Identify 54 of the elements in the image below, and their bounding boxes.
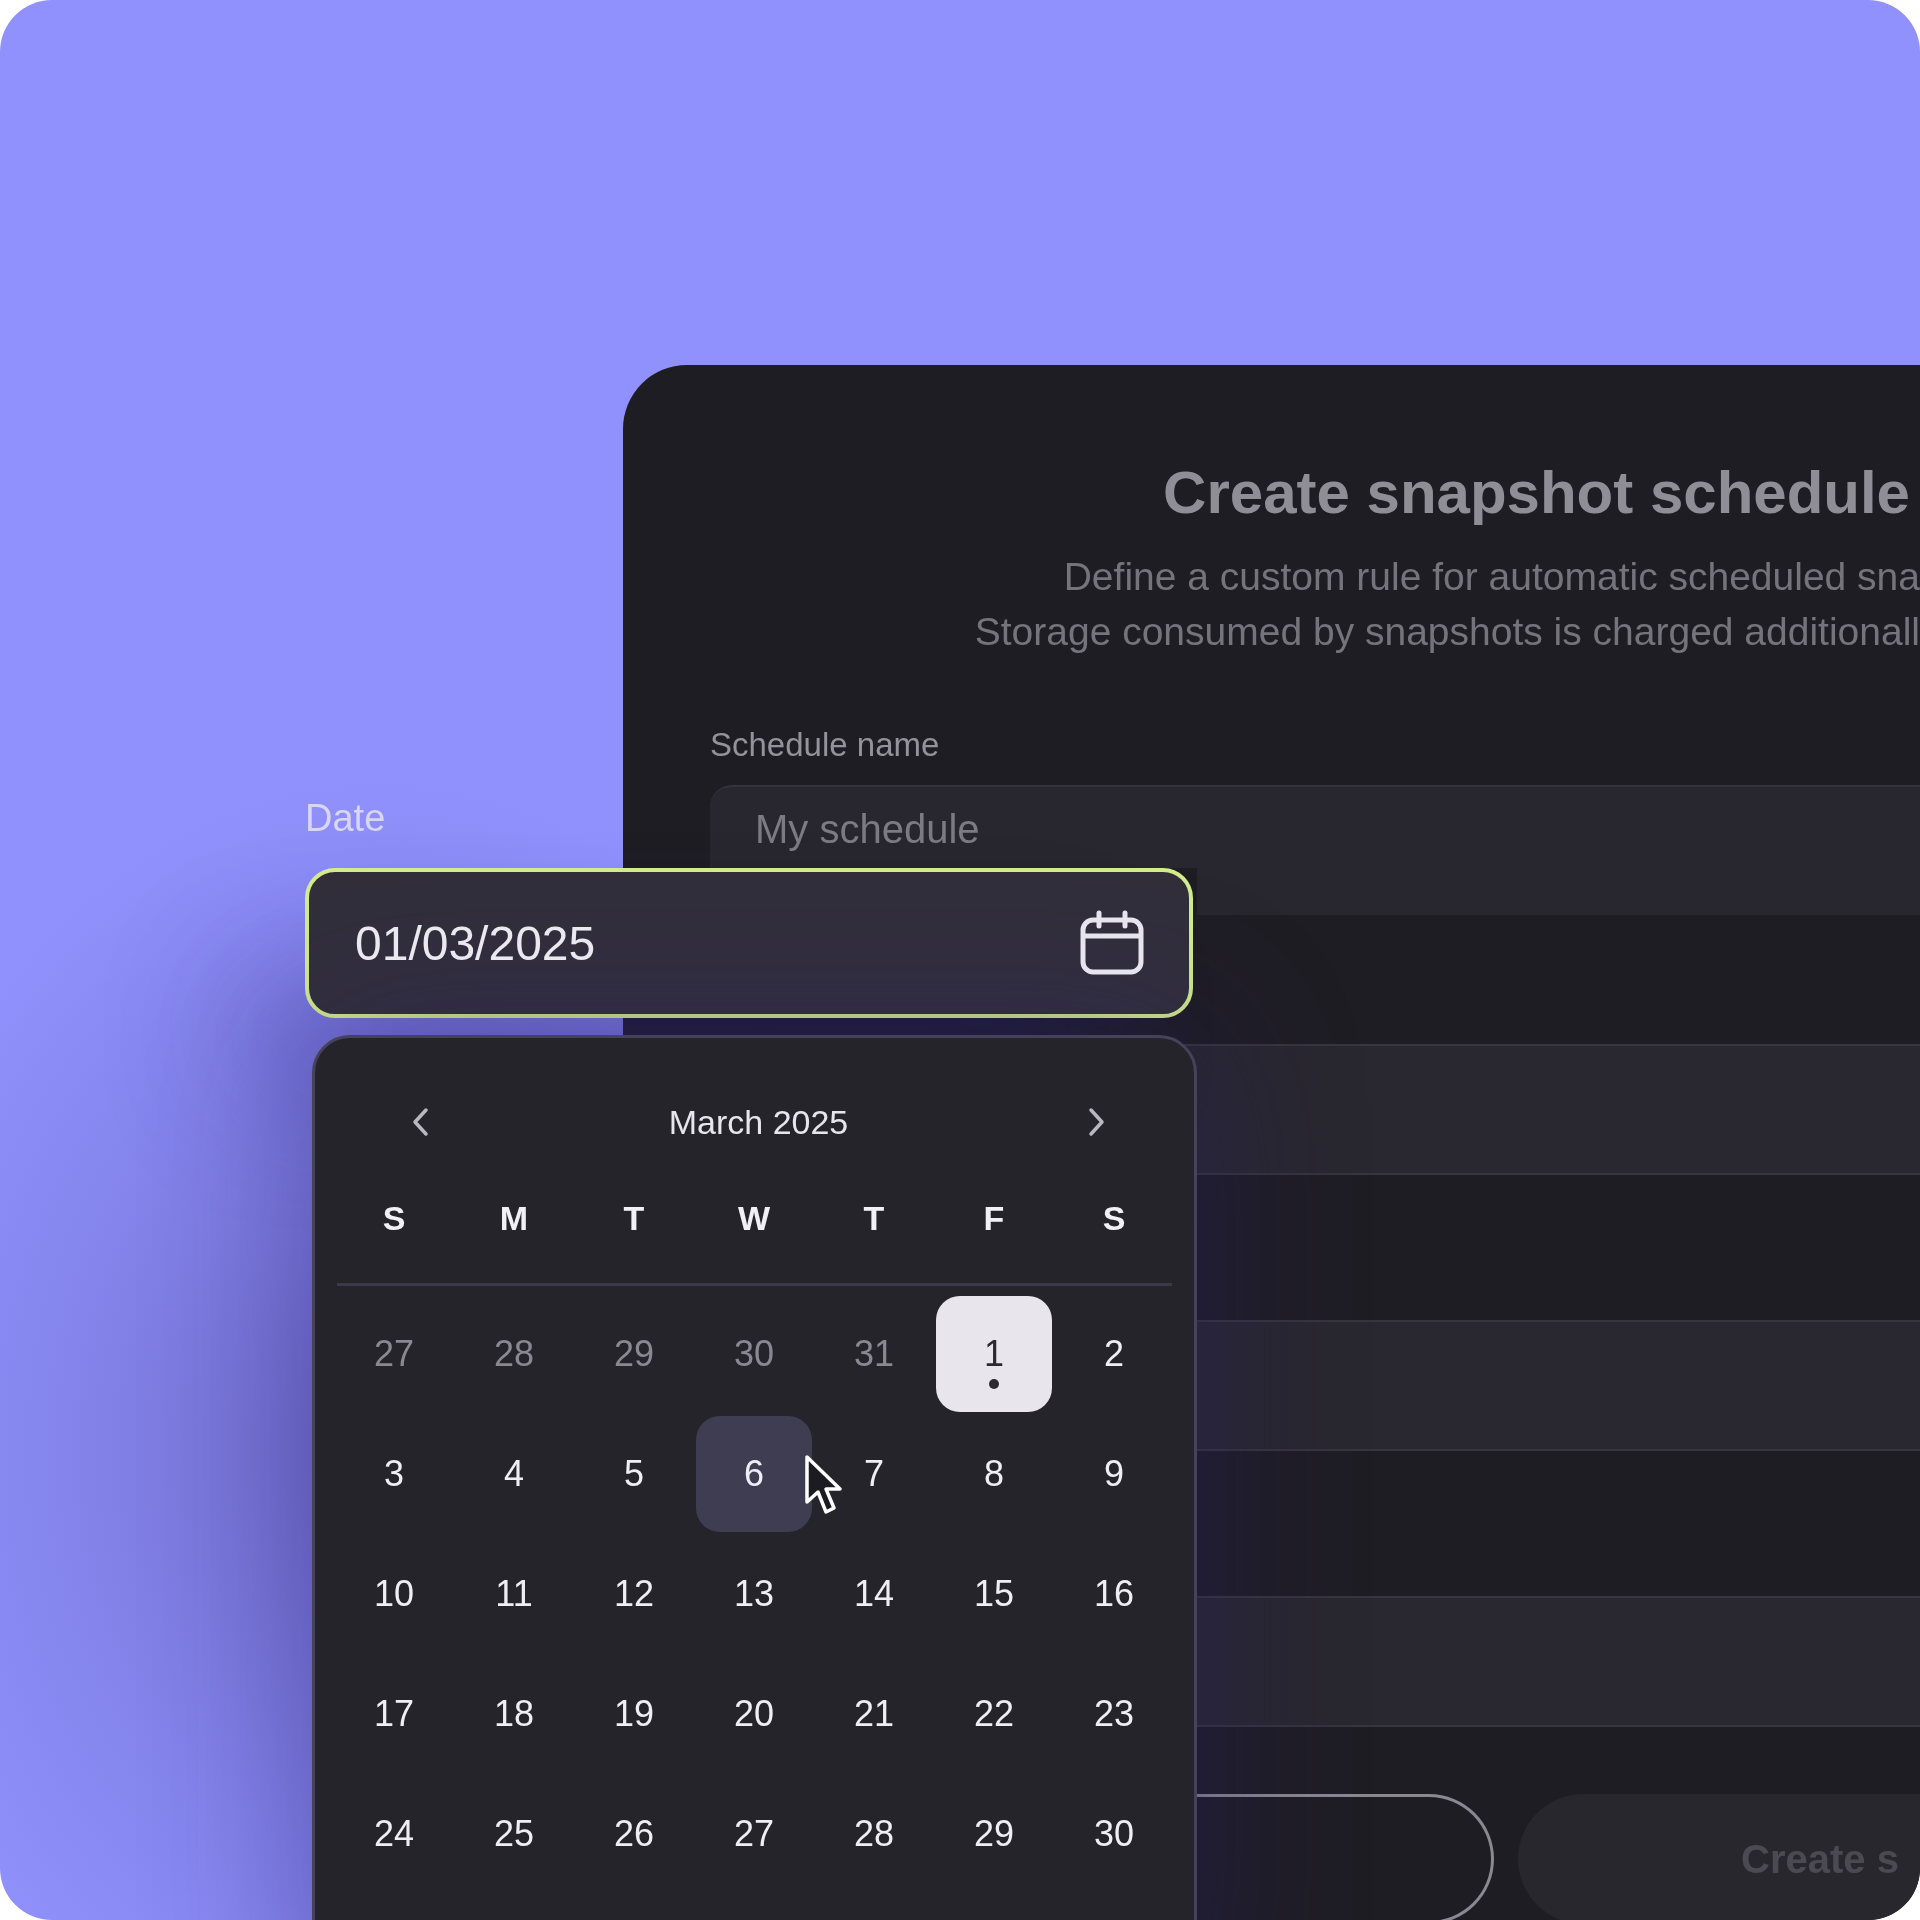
calendar-day[interactable]: 14 — [816, 1536, 932, 1652]
calendar-day[interactable]: 7 — [816, 1416, 932, 1532]
calendar-day[interactable]: 10 — [336, 1536, 452, 1652]
calendar-day[interactable]: 21 — [816, 1656, 932, 1772]
calendar-day[interactable]: 16 — [1056, 1536, 1172, 1652]
calendar-day[interactable]: 22 — [936, 1656, 1052, 1772]
calendar-day[interactable]: 1 — [936, 1296, 1052, 1412]
calendar-day[interactable]: 26 — [576, 1776, 692, 1892]
calendar-day[interactable]: 29 — [936, 1776, 1052, 1892]
calendar-day[interactable]: 27 — [336, 1296, 452, 1412]
dialog-description: Define a custom rule for automatic scheduled sna — [1063, 554, 1920, 600]
previous-month-icon[interactable] — [411, 1107, 429, 1137]
calendar-day[interactable]: 28 — [816, 1776, 932, 1892]
weekday-label: T — [863, 1198, 885, 1238]
calendar-day[interactable]: 30 — [1056, 1776, 1172, 1892]
weekday-label: S — [382, 1198, 406, 1238]
weekday-label: S — [1102, 1198, 1126, 1238]
calendar-day[interactable]: 28 — [456, 1296, 572, 1412]
calendar-day[interactable]: 12 — [576, 1536, 692, 1652]
calendar-day[interactable]: 8 — [936, 1416, 1052, 1532]
calendar-day[interactable]: 3 — [336, 1416, 452, 1532]
calendar-day[interactable]: 19 — [576, 1656, 692, 1772]
calendar-day[interactable]: 6 — [696, 1416, 812, 1532]
calendar-day[interactable]: 15 — [936, 1536, 1052, 1652]
calendar-day[interactable]: 29 — [576, 1296, 692, 1412]
calendar-day[interactable]: 11 — [456, 1536, 572, 1652]
calendar-day[interactable]: 5 — [576, 1416, 692, 1532]
weekday-label: F — [983, 1198, 1005, 1238]
dialog-description: Storage consumed by snapshots is charged additionall — [974, 609, 1920, 655]
next-month-icon[interactable] — [1088, 1107, 1106, 1137]
weekday-label: M — [499, 1198, 529, 1238]
weekday-label: W — [737, 1198, 771, 1238]
field-label: Schedule name — [710, 725, 941, 765]
calendar-day[interactable]: 24 — [336, 1776, 452, 1892]
calendar-day[interactable]: 31 — [816, 1296, 932, 1412]
calendar-day[interactable]: 20 — [696, 1656, 812, 1772]
calendar-day[interactable]: 4 — [456, 1416, 572, 1532]
calendar-day[interactable]: 18 — [456, 1656, 572, 1772]
month-title: March 2025 — [668, 1102, 849, 1142]
date-field[interactable]: 01/03/2025 — [305, 868, 1193, 1018]
weekday-label: T — [623, 1198, 645, 1238]
dialog-title: Create snapshot schedule — [1163, 458, 1910, 528]
calendar-icon[interactable] — [1079, 910, 1145, 976]
calendar-day[interactable]: 27 — [696, 1776, 812, 1892]
calendar-day[interactable]: 9 — [1056, 1416, 1172, 1532]
schedule-name-field[interactable]: My schedule — [710, 785, 1920, 868]
mouse-pointer-icon — [804, 1454, 842, 1516]
calendar-day[interactable]: 13 — [696, 1536, 812, 1652]
calendar-day[interactable]: 23 — [1056, 1656, 1172, 1772]
calendar-day[interactable]: 30 — [696, 1296, 812, 1412]
calendar-day[interactable]: 17 — [336, 1656, 452, 1772]
date-label: Date — [305, 796, 386, 841]
calendar-day[interactable]: 25 — [456, 1776, 572, 1892]
calendar-day[interactable]: 2 — [1056, 1296, 1172, 1412]
